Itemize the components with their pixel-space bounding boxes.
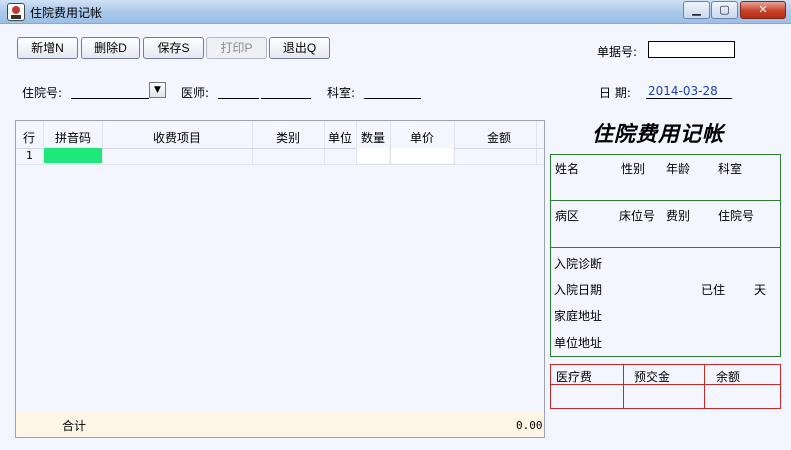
name-label: 姓名 [555,162,580,176]
minimize-button[interactable]: ▁ [683,1,710,19]
doctor-label: 医师: [181,86,210,100]
ward-label: 病区 [555,209,580,223]
diagnosis-label: 入院诊断 [554,257,603,271]
qty-cell[interactable] [357,148,389,163]
date-label: 日 期: [599,86,631,100]
days-label: 天 [754,283,767,297]
prepay-label: 预交金 [634,370,671,384]
age-label: 年龄 [666,162,691,176]
inpatient-label: 住院号: [22,86,63,100]
date-value[interactable]: 2014-03-28 [648,84,718,98]
fee-grid[interactable]: 行 拼音码 收费项目 类别 单位 数量 单价 金额 1 合计 0.00 [15,120,545,438]
price-cell[interactable] [391,148,453,163]
col-item: 收费项目 [152,131,201,145]
title-bar[interactable]: 住院费用记帐 ▁ ▢ ✕ [0,0,791,24]
panel-dept-label: 科室 [718,162,743,176]
col-pinyin: 拼音码 [54,131,91,145]
work-address-label: 单位地址 [554,336,603,350]
app-icon [7,3,25,21]
doctor-code-input[interactable] [218,98,259,99]
new-button[interactable]: 新增N [17,37,78,59]
inpatient-no-label: 住院号 [718,209,755,223]
gender-label: 性别 [621,162,646,176]
col-price: 单价 [409,131,434,145]
row-number: 1 [26,149,33,162]
panel-title: 住院费用记帐 [592,121,724,146]
window-title: 住院费用记帐 [30,6,103,20]
print-button[interactable]: 打印P [206,37,267,59]
grid-header: 行 拼音码 收费项目 类别 单位 数量 单价 金额 [16,121,544,149]
col-qty: 数量 [360,131,385,145]
date-underline [646,98,732,99]
receipt-label: 单据号: [597,45,638,59]
pinyin-cell-active[interactable] [44,148,102,163]
inpatient-dropdown[interactable]: ▼ [149,82,166,98]
grid-footer: 合计 0.00 [16,411,544,437]
summary-divider [704,365,705,408]
home-address-label: 家庭地址 [554,309,603,323]
balance-label: 余额 [716,370,741,384]
col-unit: 单位 [327,131,352,145]
box-divider [551,200,780,201]
col-row: 行 [22,131,35,145]
total-label: 合计 [62,419,87,433]
doctor-name-input[interactable] [261,98,311,99]
total-value: 0.00 [516,419,543,432]
admit-date-label: 入院日期 [554,283,603,297]
admission-info-box: 入院诊断 入院日期 已住 天 家庭地址 单位地址 [550,247,781,357]
delete-button[interactable]: 删除D [81,37,140,59]
fee-type-label: 费别 [666,209,691,223]
exit-button[interactable]: 退出Q [269,37,330,59]
summary-divider [623,365,624,408]
inpatient-input[interactable] [71,98,149,99]
bed-label: 床位号 [619,209,656,223]
stayed-label: 已住 [701,283,726,297]
close-button[interactable]: ✕ [740,1,786,19]
receipt-input[interactable] [648,41,735,58]
medical-fee-label: 医疗费 [556,370,593,384]
col-amount: 金额 [486,131,511,145]
maximize-button[interactable]: ▢ [711,1,738,19]
col-category: 类别 [275,131,300,145]
patient-info-box: 姓名 性别 年龄 科室 病区 床位号 费别 住院号 [550,154,781,248]
dept-label: 科室: [327,86,356,100]
dept-input[interactable] [364,98,421,99]
fee-summary-box: 医疗费 预交金 余额 [550,364,781,409]
save-button[interactable]: 保存S [143,37,204,59]
